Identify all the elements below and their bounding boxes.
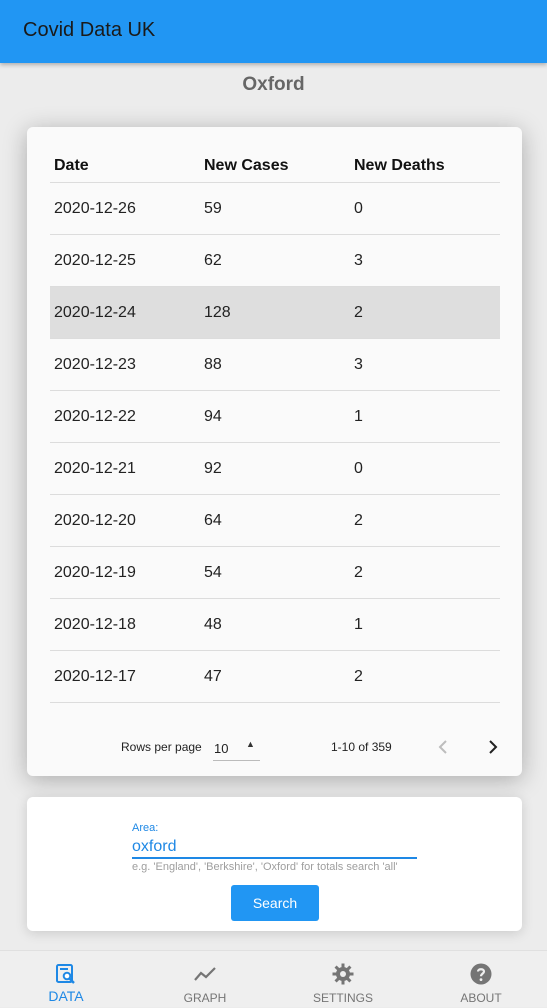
rows-per-page-label: Rows per page	[121, 740, 202, 754]
dropdown-arrow-icon: ▲	[246, 739, 255, 749]
column-header-new-deaths[interactable]: New Deaths	[350, 157, 500, 175]
cell-new-deaths: 3	[354, 251, 363, 269]
cell-new-deaths: 2	[354, 667, 363, 685]
table-header: Date New Cases New Deaths	[50, 157, 500, 183]
table-row[interactable]: 2020-12-20 64 2	[50, 495, 500, 547]
cell-new-cases: 128	[204, 303, 231, 321]
cell-new-deaths: 1	[354, 407, 363, 425]
cell-date: 2020-12-24	[54, 303, 136, 321]
pagination-range: 1-10 of 359	[331, 740, 392, 754]
cell-date: 2020-12-26	[54, 199, 136, 217]
cell-new-cases: 64	[204, 511, 222, 529]
area-field-label: Area:	[132, 822, 159, 834]
help-icon	[470, 963, 492, 985]
table-row[interactable]: 2020-12-17 47 2	[50, 651, 500, 703]
nav-label-graph: GRAPH	[183, 991, 227, 1005]
gear-icon	[332, 963, 354, 985]
cell-new-cases: 47	[204, 667, 222, 685]
chevron-left-icon	[438, 740, 447, 754]
page-title: Oxford	[242, 74, 305, 95]
cell-date: 2020-12-23	[54, 355, 136, 373]
cell-new-deaths: 2	[354, 563, 363, 581]
search-card: Area: e.g. 'England', 'Berkshire', 'Oxfo…	[27, 797, 522, 931]
rows-per-page-select[interactable]: 10 ▲	[213, 735, 260, 761]
app-bar: Covid Data UK	[0, 0, 547, 63]
cell-new-cases: 59	[204, 199, 222, 217]
table-pagination: Rows per page 10 ▲ 1-10 of 359	[27, 735, 522, 761]
area-search-input[interactable]	[132, 837, 417, 859]
table-row[interactable]: 2020-12-26 59 0	[50, 183, 500, 235]
cell-date: 2020-12-18	[54, 615, 136, 633]
rows-per-page-value: 10	[214, 741, 229, 756]
cell-new-deaths: 1	[354, 615, 363, 633]
table-row[interactable]: 2020-12-21 92 0	[50, 443, 500, 495]
cell-new-cases: 94	[204, 407, 222, 425]
nav-label-data: DATA	[48, 988, 84, 1004]
column-header-new-cases[interactable]: New Cases	[200, 157, 350, 175]
data-table-card: Date New Cases New Deaths 2020-12-26 59 …	[27, 127, 522, 776]
cell-new-deaths: 3	[354, 355, 363, 373]
cell-date: 2020-12-20	[54, 511, 136, 529]
area-field-hint: e.g. 'England', 'Berkshire', 'Oxford' fo…	[132, 861, 398, 873]
cell-new-cases: 48	[204, 615, 222, 633]
cell-new-cases: 92	[204, 459, 222, 477]
table-row[interactable]: 2020-12-19 54 2	[50, 547, 500, 599]
cell-new-deaths: 0	[354, 199, 363, 217]
graph-icon	[194, 967, 216, 981]
cell-date: 2020-12-25	[54, 251, 136, 269]
data-search-icon	[56, 964, 75, 984]
nav-label-settings: SETTINGS	[312, 991, 373, 1005]
nav-item-data[interactable]: DATA	[11, 951, 121, 1008]
app-title: Covid Data UK	[23, 19, 156, 41]
cell-date: 2020-12-22	[54, 407, 136, 425]
nav-item-graph[interactable]: GRAPH	[150, 951, 260, 1008]
cell-new-deaths: 0	[354, 459, 363, 477]
cell-new-cases: 62	[204, 251, 222, 269]
nav-item-about[interactable]: ABOUT	[426, 951, 536, 1008]
cell-new-deaths: 2	[354, 303, 363, 321]
nav-label-about: ABOUT	[460, 991, 502, 1005]
table-row-selected[interactable]: 2020-12-24 128 2	[50, 287, 500, 339]
data-table: Date New Cases New Deaths 2020-12-26 59 …	[50, 157, 500, 703]
cell-date: 2020-12-21	[54, 459, 136, 477]
cell-new-cases: 54	[204, 563, 222, 581]
cell-new-deaths: 2	[354, 511, 363, 529]
search-button[interactable]: Search	[231, 885, 319, 921]
column-header-date[interactable]: Date	[50, 157, 200, 175]
next-page-button[interactable]	[481, 735, 505, 759]
cell-new-cases: 88	[204, 355, 222, 373]
cell-date: 2020-12-17	[54, 667, 136, 685]
previous-page-button[interactable]	[431, 735, 455, 759]
cell-date: 2020-12-19	[54, 563, 136, 581]
table-row[interactable]: 2020-12-25 62 3	[50, 235, 500, 287]
table-row[interactable]: 2020-12-22 94 1	[50, 391, 500, 443]
bottom-navigation: DATA GRAPH SETTINGS ABOUT	[0, 950, 547, 1007]
table-row[interactable]: 2020-12-23 88 3	[50, 339, 500, 391]
chevron-right-icon	[489, 740, 498, 754]
table-row[interactable]: 2020-12-18 48 1	[50, 599, 500, 651]
nav-item-settings[interactable]: SETTINGS	[288, 951, 398, 1008]
